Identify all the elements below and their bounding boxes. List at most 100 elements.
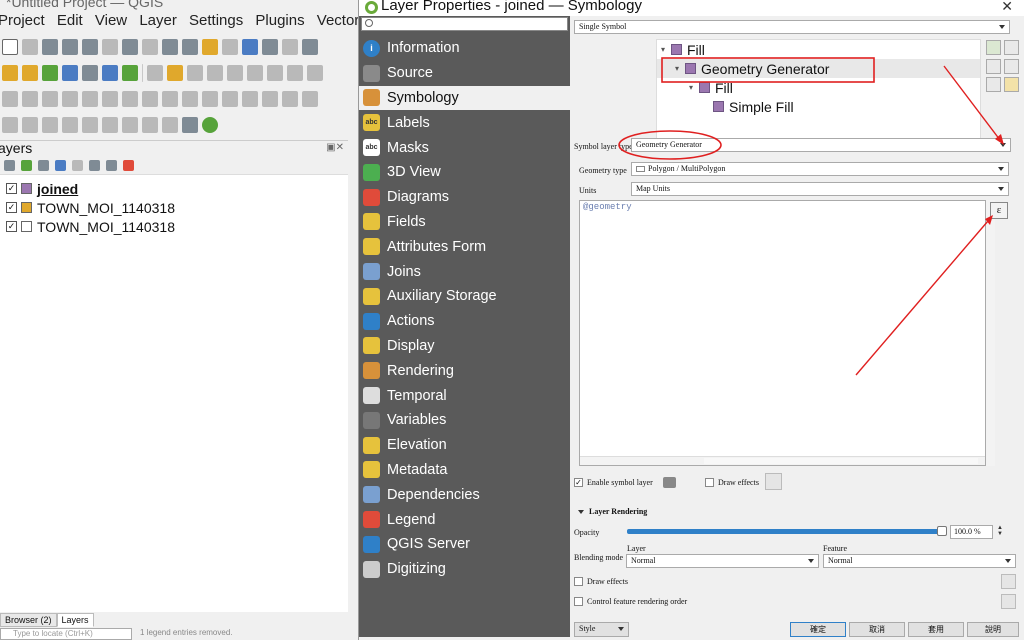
expression-horizontal-scrollbar[interactable] [580,456,985,465]
map-tips-icon[interactable] [162,117,178,133]
opacity-spin-arrows[interactable]: ▲ ▼ [997,525,1007,539]
draw-effects-symbol-checkbox[interactable] [705,478,714,487]
add-vector-icon[interactable] [42,65,58,81]
expression-builder-button[interactable]: ε [990,202,1008,219]
filter-legend-icon[interactable] [55,160,66,171]
open-layer-styling-icon[interactable] [4,160,15,171]
tree-row-geometry-generator[interactable]: ▾ Geometry Generator [657,59,980,78]
nav-item-rendering[interactable]: Rendering [359,358,570,383]
offset-curve-icon[interactable] [202,91,218,107]
show-bookmarks-icon[interactable] [262,39,278,55]
nav-item-information[interactable]: i Information [359,36,570,61]
menu-project[interactable]: Project [0,12,45,29]
zoom-layer-icon[interactable] [122,39,138,55]
menu-plugins[interactable]: Plugins [255,12,304,29]
nav-item-auxiliary-storage[interactable]: Auxiliary Storage [359,284,570,309]
zoom-selection-icon[interactable] [102,39,118,55]
zoom-full-icon[interactable] [82,39,98,55]
nav-item-variables[interactable]: Variables [359,408,570,433]
delete-ring-icon[interactable] [142,91,158,107]
control-rendering-order-checkbox[interactable] [574,597,583,606]
add-part-icon[interactable] [102,91,118,107]
statistics-icon[interactable] [122,117,138,133]
nav-item-actions[interactable]: Actions [359,309,570,334]
deselect-icon[interactable] [42,117,58,133]
nav-item-3d-view[interactable]: 3D View [359,160,570,185]
nav-item-diagrams[interactable]: Diagrams [359,185,570,210]
temporal-controller-icon[interactable] [282,39,298,55]
zoom-out-icon[interactable] [62,39,78,55]
pan-icon[interactable] [2,39,18,55]
rendering-order-settings-button[interactable] [1001,594,1016,609]
help-button[interactable]: 說明 [967,622,1019,637]
nav-search-input[interactable] [361,17,568,31]
data-defined-override-icon[interactable] [663,477,676,488]
merge-features-icon[interactable] [262,91,278,107]
zoom-next-icon[interactable] [182,39,198,55]
layer-rendering-section-header[interactable]: Layer Rendering [578,507,647,516]
nav-item-joins[interactable]: Joins [359,259,570,284]
nav-item-attributes-form[interactable]: Attributes Form [359,234,570,259]
attribute-table-icon[interactable] [102,117,118,133]
expand-all-icon[interactable] [89,160,100,171]
delete-part-icon[interactable] [162,91,178,107]
lock-layer-button[interactable] [986,77,1001,92]
apply-button[interactable]: 套用 [908,622,964,637]
reshape-icon[interactable] [182,91,198,107]
add-symbol-layer-button[interactable] [986,40,1001,55]
nav-item-masks[interactable]: abc Masks [359,135,570,160]
expand-arrow-icon[interactable]: ▾ [675,64,685,73]
close-icon[interactable]: ✕ [1001,0,1013,15]
vertex-tool-icon[interactable] [227,65,243,81]
units-combo[interactable]: Map Units [631,182,1009,196]
feature-blending-combo[interactable]: Normal [823,554,1016,568]
tree-row-simple-fill[interactable]: Simple Fill [657,97,980,116]
tab-browser[interactable]: Browser (2) [0,613,57,627]
lock-icon[interactable] [1004,77,1019,92]
move-up-button[interactable] [1004,40,1019,55]
add-raster-icon[interactable] [62,65,78,81]
filter-expression-icon[interactable] [72,160,83,171]
save-edits-icon[interactable] [187,65,203,81]
data-source-manager-icon[interactable] [2,65,18,81]
add-mesh-icon[interactable] [82,65,98,81]
zoom-last-icon[interactable] [162,39,178,55]
fill-ring-icon[interactable] [122,91,138,107]
symbol-layer-type-combo[interactable]: Geometry Generator [631,138,1011,152]
field-calculator-icon[interactable] [82,117,98,133]
current-edits-icon[interactable] [147,65,163,81]
manage-visibility-icon[interactable] [38,160,49,171]
bookmark-icon[interactable] [242,39,258,55]
toggle-editing-icon[interactable] [167,65,183,81]
tree-row-fill-child[interactable]: ▾ Fill [657,78,980,97]
zoom-in-icon[interactable] [42,39,58,55]
panel-float-close-icon[interactable]: ▣✕ [326,142,344,153]
toolbox-icon[interactable] [142,117,158,133]
new-3d-view-icon[interactable] [222,39,238,55]
add-ring-icon[interactable] [82,91,98,107]
expand-arrow-icon[interactable]: ▾ [689,83,699,92]
nav-item-legend[interactable]: Legend [359,507,570,532]
layer-row-town-moi[interactable]: ✓ TOWN_MOI_1140318 [0,198,348,217]
delete-selected-icon[interactable] [247,65,263,81]
zoom-native-icon[interactable] [142,39,158,55]
layer-visibility-checkbox[interactable]: ✓ [6,183,17,194]
effects-settings-button[interactable] [765,473,782,490]
rotate-symbols-icon[interactable] [302,91,318,107]
tab-layers[interactable]: Layers [56,613,94,627]
nav-item-source[interactable]: Source [359,61,570,86]
plugin-icon[interactable] [202,117,218,133]
merge-attributes-icon[interactable] [282,91,298,107]
opacity-spinbox[interactable]: 100.0 % [950,525,993,539]
ok-button[interactable]: 確定 [790,622,846,637]
simplify-icon[interactable] [62,91,78,107]
nav-item-metadata[interactable]: Metadata [359,458,570,483]
nav-item-fields[interactable]: Fields [359,210,570,235]
nav-item-labels[interactable]: abc Labels [359,110,570,135]
geometry-type-combo[interactable]: Polygon / MultiPolygon [631,162,1009,176]
nav-item-dependencies[interactable]: Dependencies [359,482,570,507]
layer-blending-combo[interactable]: Normal [626,554,819,568]
menu-settings[interactable]: Settings [189,12,243,29]
renderer-combo[interactable]: Single Symbol [574,20,1010,34]
nav-item-elevation[interactable]: Elevation [359,433,570,458]
